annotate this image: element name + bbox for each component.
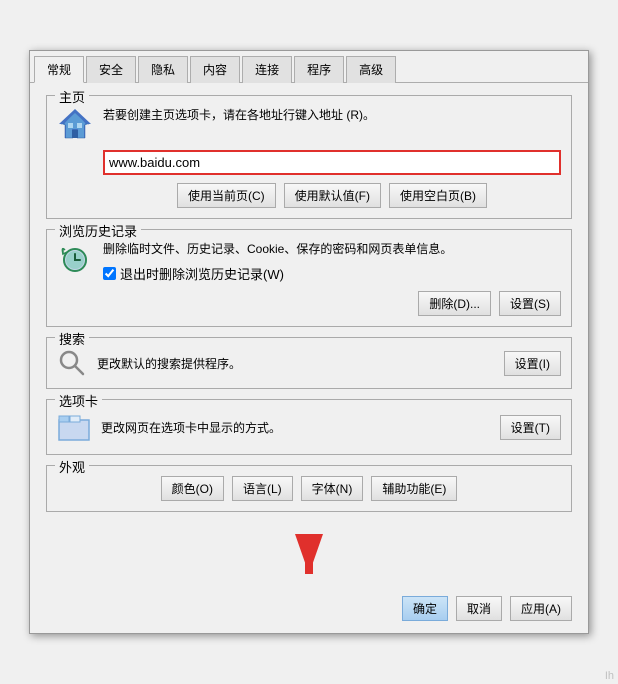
delete-on-exit-label: 退出时删除浏览历史记录(W)	[120, 264, 284, 283]
red-arrow-icon	[279, 534, 339, 584]
homepage-url-input[interactable]	[103, 150, 561, 175]
accessibility-button[interactable]: 辅助功能(E)	[371, 476, 457, 501]
tab-content[interactable]: 内容	[190, 56, 240, 83]
use-current-page-button[interactable]: 使用当前页(C)	[177, 183, 276, 208]
apply-button[interactable]: 应用(A)	[510, 596, 572, 621]
use-blank-button[interactable]: 使用空白页(B)	[389, 183, 487, 208]
tab-bar: 常规 安全 隐私 内容 连接 程序 高级	[30, 51, 588, 83]
optiontabs-label: 选项卡	[55, 391, 102, 410]
homepage-description: 若要创建主页选项卡，请在各地址行键入地址 (R)。	[103, 106, 561, 124]
search-icon	[57, 348, 87, 378]
optiontabs-description: 更改网页在选项卡中显示的方式。	[101, 419, 490, 436]
cancel-button[interactable]: 取消	[456, 596, 502, 621]
tab-security[interactable]: 安全	[86, 56, 136, 83]
history-section: 浏览历史记录 删除临时文件、历史记录、Cookie、保存的密码和网页表单信息。 …	[46, 229, 572, 327]
appearance-section: 外观 颜色(O) 语言(L) 字体(N) 辅助功能(E)	[46, 465, 572, 512]
search-settings-button[interactable]: 设置(I)	[504, 351, 561, 376]
history-icon	[57, 240, 93, 276]
history-content: 删除临时文件、历史记录、Cookie、保存的密码和网页表单信息。 退出时删除浏览…	[103, 240, 561, 316]
history-row: 删除临时文件、历史记录、Cookie、保存的密码和网页表单信息。 退出时删除浏览…	[57, 240, 561, 316]
use-default-button[interactable]: 使用默认值(F)	[284, 183, 381, 208]
font-button[interactable]: 字体(N)	[301, 476, 364, 501]
tab-advanced[interactable]: 高级	[346, 56, 396, 83]
appearance-buttons: 颜色(O) 语言(L) 字体(N) 辅助功能(E)	[57, 476, 561, 501]
bottom-bar: 确定 取消 应用(A) Ih	[30, 588, 588, 633]
url-input-wrapper	[103, 150, 561, 175]
history-settings-button[interactable]: 设置(S)	[499, 291, 561, 316]
home-icon	[57, 106, 93, 142]
optiontabs-section: 选项卡 更改网页在选项卡中显示的方式。 设置(T)	[46, 399, 572, 455]
tab-programs[interactable]: 程序	[294, 56, 344, 83]
ok-button[interactable]: 确定	[402, 596, 448, 621]
tab-connections[interactable]: 连接	[242, 56, 292, 83]
watermark: Ih	[601, 668, 618, 684]
homepage-section: 主页 若要创建主页选项卡，请在各地址行键入地址 (R)。	[46, 95, 572, 219]
tabs-settings-button[interactable]: 设置(T)	[500, 415, 561, 440]
tab-privacy[interactable]: 隐私	[138, 56, 188, 83]
appearance-label: 外观	[55, 457, 89, 476]
search-description: 更改默认的搜索提供程序。	[97, 355, 494, 372]
main-content: 主页 若要创建主页选项卡，请在各地址行键入地址 (R)。	[30, 83, 588, 532]
arrow-indicator	[30, 534, 588, 584]
search-row: 更改默认的搜索提供程序。 设置(I)	[57, 348, 561, 378]
url-buttons: 使用当前页(C) 使用默认值(F) 使用空白页(B)	[103, 183, 561, 208]
history-label: 浏览历史记录	[55, 221, 141, 240]
tabs-icon	[57, 410, 91, 444]
history-description: 删除临时文件、历史记录、Cookie、保存的密码和网页表单信息。	[103, 240, 561, 258]
delete-history-button[interactable]: 删除(D)...	[418, 291, 491, 316]
homepage-label: 主页	[55, 87, 89, 106]
dialog: 常规 安全 隐私 内容 连接 程序 高级 主页	[29, 50, 589, 634]
language-button[interactable]: 语言(L)	[232, 476, 293, 501]
tab-general[interactable]: 常规	[34, 56, 84, 83]
search-label: 搜索	[55, 329, 89, 348]
tabs-row: 更改网页在选项卡中显示的方式。 设置(T)	[57, 410, 561, 444]
history-buttons: 删除(D)... 设置(S)	[103, 291, 561, 316]
delete-on-exit-checkbox[interactable]	[103, 267, 116, 280]
checkbox-row: 退出时删除浏览历史记录(W)	[103, 264, 561, 283]
color-button[interactable]: 颜色(O)	[161, 476, 224, 501]
search-section: 搜索 更改默认的搜索提供程序。 设置(I)	[46, 337, 572, 389]
homepage-row: 若要创建主页选项卡，请在各地址行键入地址 (R)。	[57, 106, 561, 142]
